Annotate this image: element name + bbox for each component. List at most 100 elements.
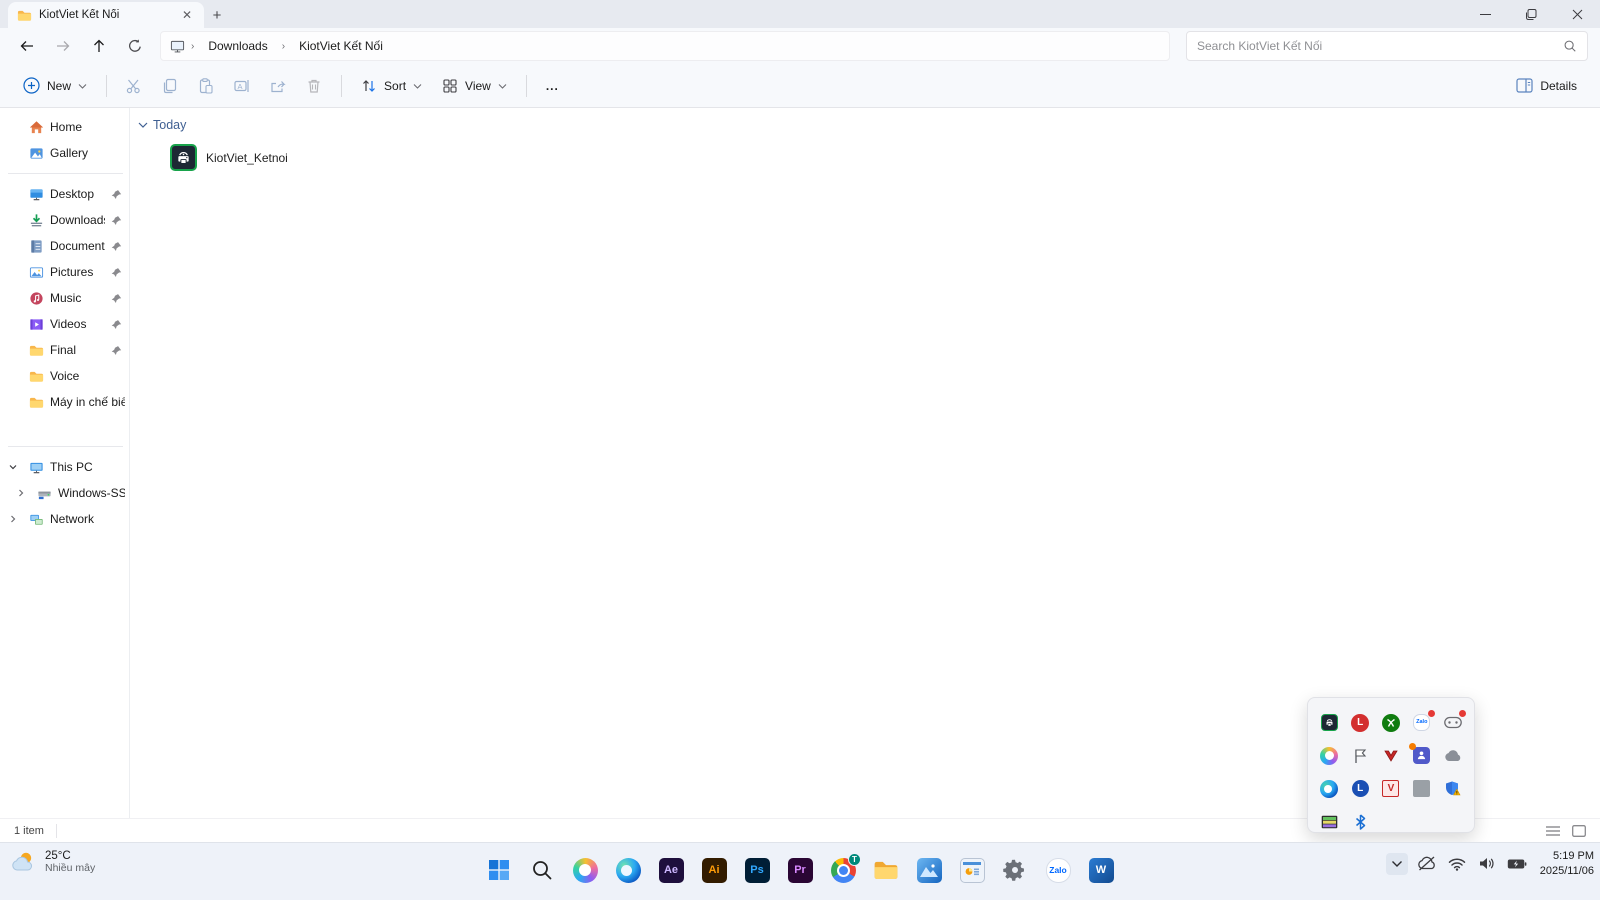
delete-button[interactable] [297,70,331,102]
sidebar-item-network[interactable]: Network [0,506,129,532]
sidebar-item-label: Desktop [50,187,95,201]
dashboard-app-icon[interactable] [957,855,987,885]
tray-overflow-flyout: L Zalo L V [1307,697,1475,833]
settings-app-icon[interactable] [1000,855,1030,885]
notification-badge [1458,709,1466,717]
onedrive-disconnected-icon[interactable] [1416,853,1438,875]
taskbar-search-button[interactable] [527,855,557,885]
photos-app-icon[interactable] [914,855,944,885]
file-item-kiotviet-ketnoi[interactable]: KiotViet_Ketnoi [168,142,388,173]
word-app-icon[interactable]: W [1086,855,1116,885]
sidebar-item-videos[interactable]: Videos [0,311,129,337]
sidebar-item-documents[interactable]: Documents [0,233,129,259]
sidebar-item-may-in-che-bien[interactable]: Máy in chế biến [0,389,129,415]
maximize-button[interactable] [1508,0,1554,28]
sidebar-item-pictures[interactable]: Pictures [0,259,129,285]
kiotviet-tray-icon[interactable] [1318,712,1340,734]
idm-tray-icon[interactable] [1380,745,1402,767]
videos-icon [28,316,44,332]
share-button[interactable] [261,70,295,102]
group-header-today[interactable]: Today [138,118,1584,132]
breadcrumb-item-current[interactable]: KiotViet Kết Nối [291,36,391,56]
illustrator-app-icon[interactable]: Ai [699,855,729,885]
onedrive-grey-tray-icon[interactable] [1442,745,1464,767]
minimize-button[interactable] [1462,0,1508,28]
sidebar-item-music[interactable]: Music [0,285,129,311]
battery-icon[interactable] [1506,853,1528,875]
view-button[interactable]: View [433,71,516,101]
chrome-app-icon[interactable]: T [828,853,861,885]
game-bar-tray-icon[interactable] [1442,709,1466,734]
thumbnail-view-toggle-icon[interactable] [1572,824,1586,837]
search-box[interactable] [1186,31,1588,61]
explorer-tab[interactable]: KiotViet Kết Nối ✕ [8,2,204,28]
copilot-tray-icon[interactable] [1318,745,1340,767]
refresh-button[interactable] [120,32,150,60]
sort-button[interactable]: Sort [352,71,431,101]
toolbar-divider [525,74,527,97]
sort-button-label: Sort [384,78,407,93]
blue-l-app-tray-icon[interactable]: L [1349,778,1371,800]
tray-chevron-icon[interactable] [1385,852,1408,875]
copilot-app-icon[interactable] [570,855,600,885]
forward-button[interactable] [48,32,78,60]
file-name: KiotViet_Ketnoi [206,150,288,165]
bluetooth-tray-icon[interactable] [1349,811,1371,833]
red-l-app-tray-icon[interactable]: L [1349,712,1371,734]
zalo-app-icon[interactable]: Zalo [1043,855,1073,885]
zalo-tray-icon[interactable]: Zalo [1411,709,1435,734]
security-shield-tray-icon[interactable] [1442,778,1464,800]
sidebar-item-voice[interactable]: Voice [0,363,129,389]
cut-button[interactable] [117,70,151,102]
flag-tray-icon[interactable] [1349,745,1371,767]
pin-icon [111,319,123,330]
search-input[interactable] [1197,39,1563,53]
more-options-button[interactable]: ... [537,72,568,100]
up-button[interactable] [84,32,114,60]
sidebar-item-home[interactable]: Home [0,114,129,140]
rename-button[interactable]: A [225,70,259,102]
sidebar-item-final[interactable]: Final [0,337,129,363]
chevron-collapsed-icon[interactable] [8,514,20,524]
sidebar-item-this-pc[interactable]: This PC [0,454,129,480]
v-box-tray-icon[interactable]: V [1380,778,1402,800]
breadcrumb-item-downloads[interactable]: Downloads [200,36,275,56]
chevron-down-icon [498,83,507,89]
paste-button[interactable] [189,70,223,102]
volume-icon[interactable] [1476,853,1498,875]
sidebar-item-label: This PC [50,460,93,474]
sidebar-item-desktop[interactable]: Desktop [0,181,129,207]
wifi-icon[interactable] [1446,853,1468,875]
edge-tray-icon[interactable] [1318,778,1340,800]
folder-icon [16,7,32,23]
start-button[interactable] [484,855,514,885]
sidebar-item-windows-ssd[interactable]: Windows-SSD (C:) [0,480,129,506]
photoshop-app-icon[interactable]: Ps [742,855,772,885]
after-effects-app-icon[interactable]: Ae [656,855,686,885]
chevron-expanded-icon[interactable] [8,462,20,472]
premiere-app-icon[interactable]: Pr [785,855,815,885]
taskbar-clock[interactable]: 5:19 PM 2025/11/06 [1540,849,1594,879]
list-view-toggle-icon[interactable] [1546,825,1560,837]
file-explorer-app-icon[interactable] [871,855,901,885]
sidebar-item-downloads[interactable]: Downloads [0,207,129,233]
new-tab-button[interactable]: + [204,2,230,28]
back-button[interactable] [12,32,42,60]
edge-app-icon[interactable] [613,855,643,885]
tab-close-icon[interactable]: ✕ [178,6,196,24]
lan-grid-tray-icon[interactable] [1318,811,1340,833]
breadcrumb: › Downloads › KiotViet Kết Nối [160,31,1170,61]
folder-icon [28,342,44,358]
navigation-sidebar: Home Gallery Desktop Downloads Documents [0,108,130,842]
sidebar-item-gallery[interactable]: Gallery [0,140,129,166]
teams-tray-icon[interactable] [1408,742,1433,767]
details-pane-button[interactable]: Details [1507,71,1586,100]
clock-time: 5:19 PM [1553,850,1594,862]
grey-square-tray-icon[interactable] [1411,778,1433,800]
close-button[interactable] [1554,0,1600,28]
xbox-tray-icon[interactable] [1380,712,1402,734]
copy-button[interactable] [153,70,187,102]
chevron-collapsed-icon[interactable] [16,488,28,498]
sidebar-item-label: Videos [50,317,87,331]
new-button[interactable]: New [14,70,96,101]
